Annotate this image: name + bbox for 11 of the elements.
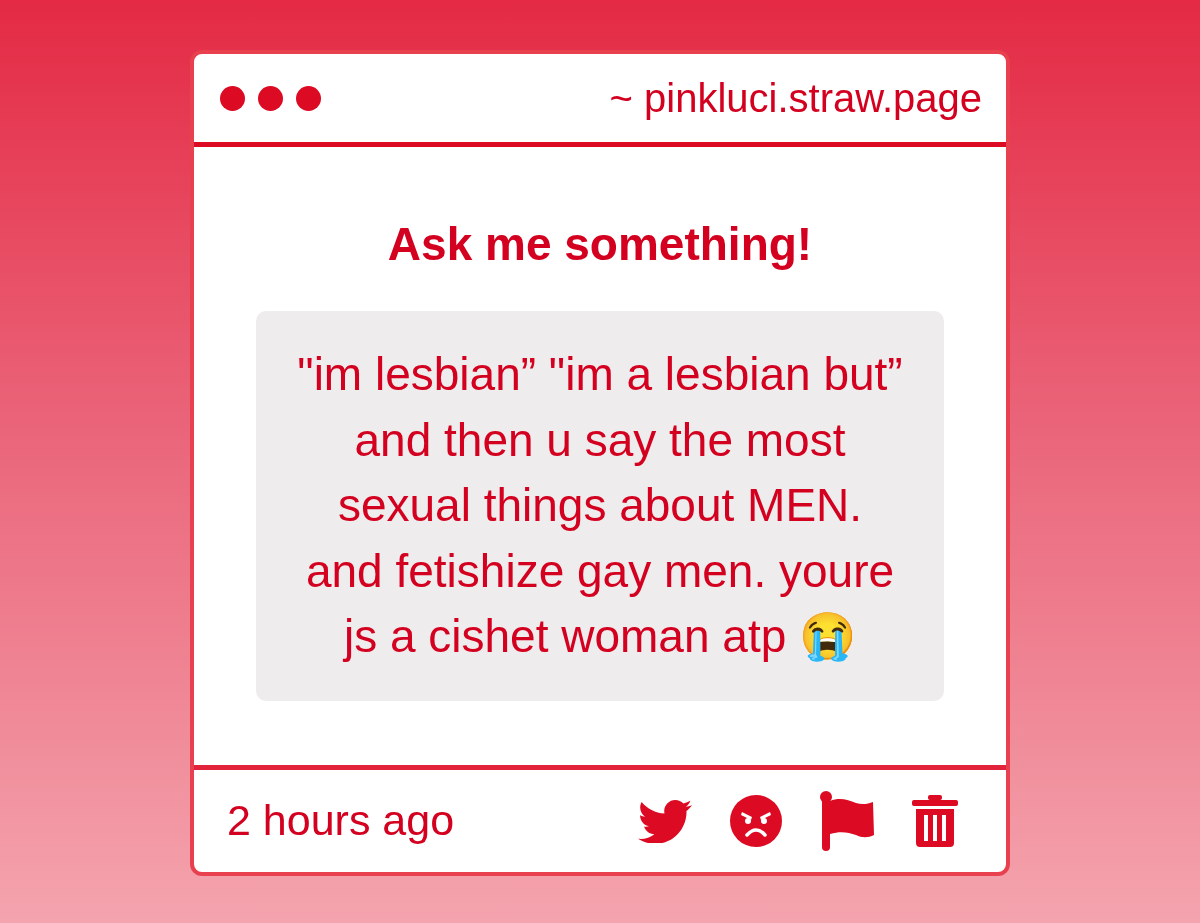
window-dot-icon: [258, 85, 283, 111]
page-address: ~ pinkluci.straw.page: [609, 75, 982, 122]
angry-face-icon[interactable]: [730, 794, 782, 847]
bird-icon[interactable]: [638, 798, 692, 843]
window-dot-icon: [296, 85, 321, 111]
trash-icon[interactable]: [912, 794, 958, 847]
flag-icon[interactable]: [820, 790, 874, 851]
time-ago: 2 hours ago: [227, 795, 455, 847]
ask-heading: Ask me something!: [386, 218, 814, 270]
question-text: "im lesbian” "im a lesbian but” and then u say the most sexual things about MEN. and fetishize gay men. youre js a cishet woman atp 😭: [297, 348, 903, 662]
window-dot-icon: [220, 85, 245, 111]
